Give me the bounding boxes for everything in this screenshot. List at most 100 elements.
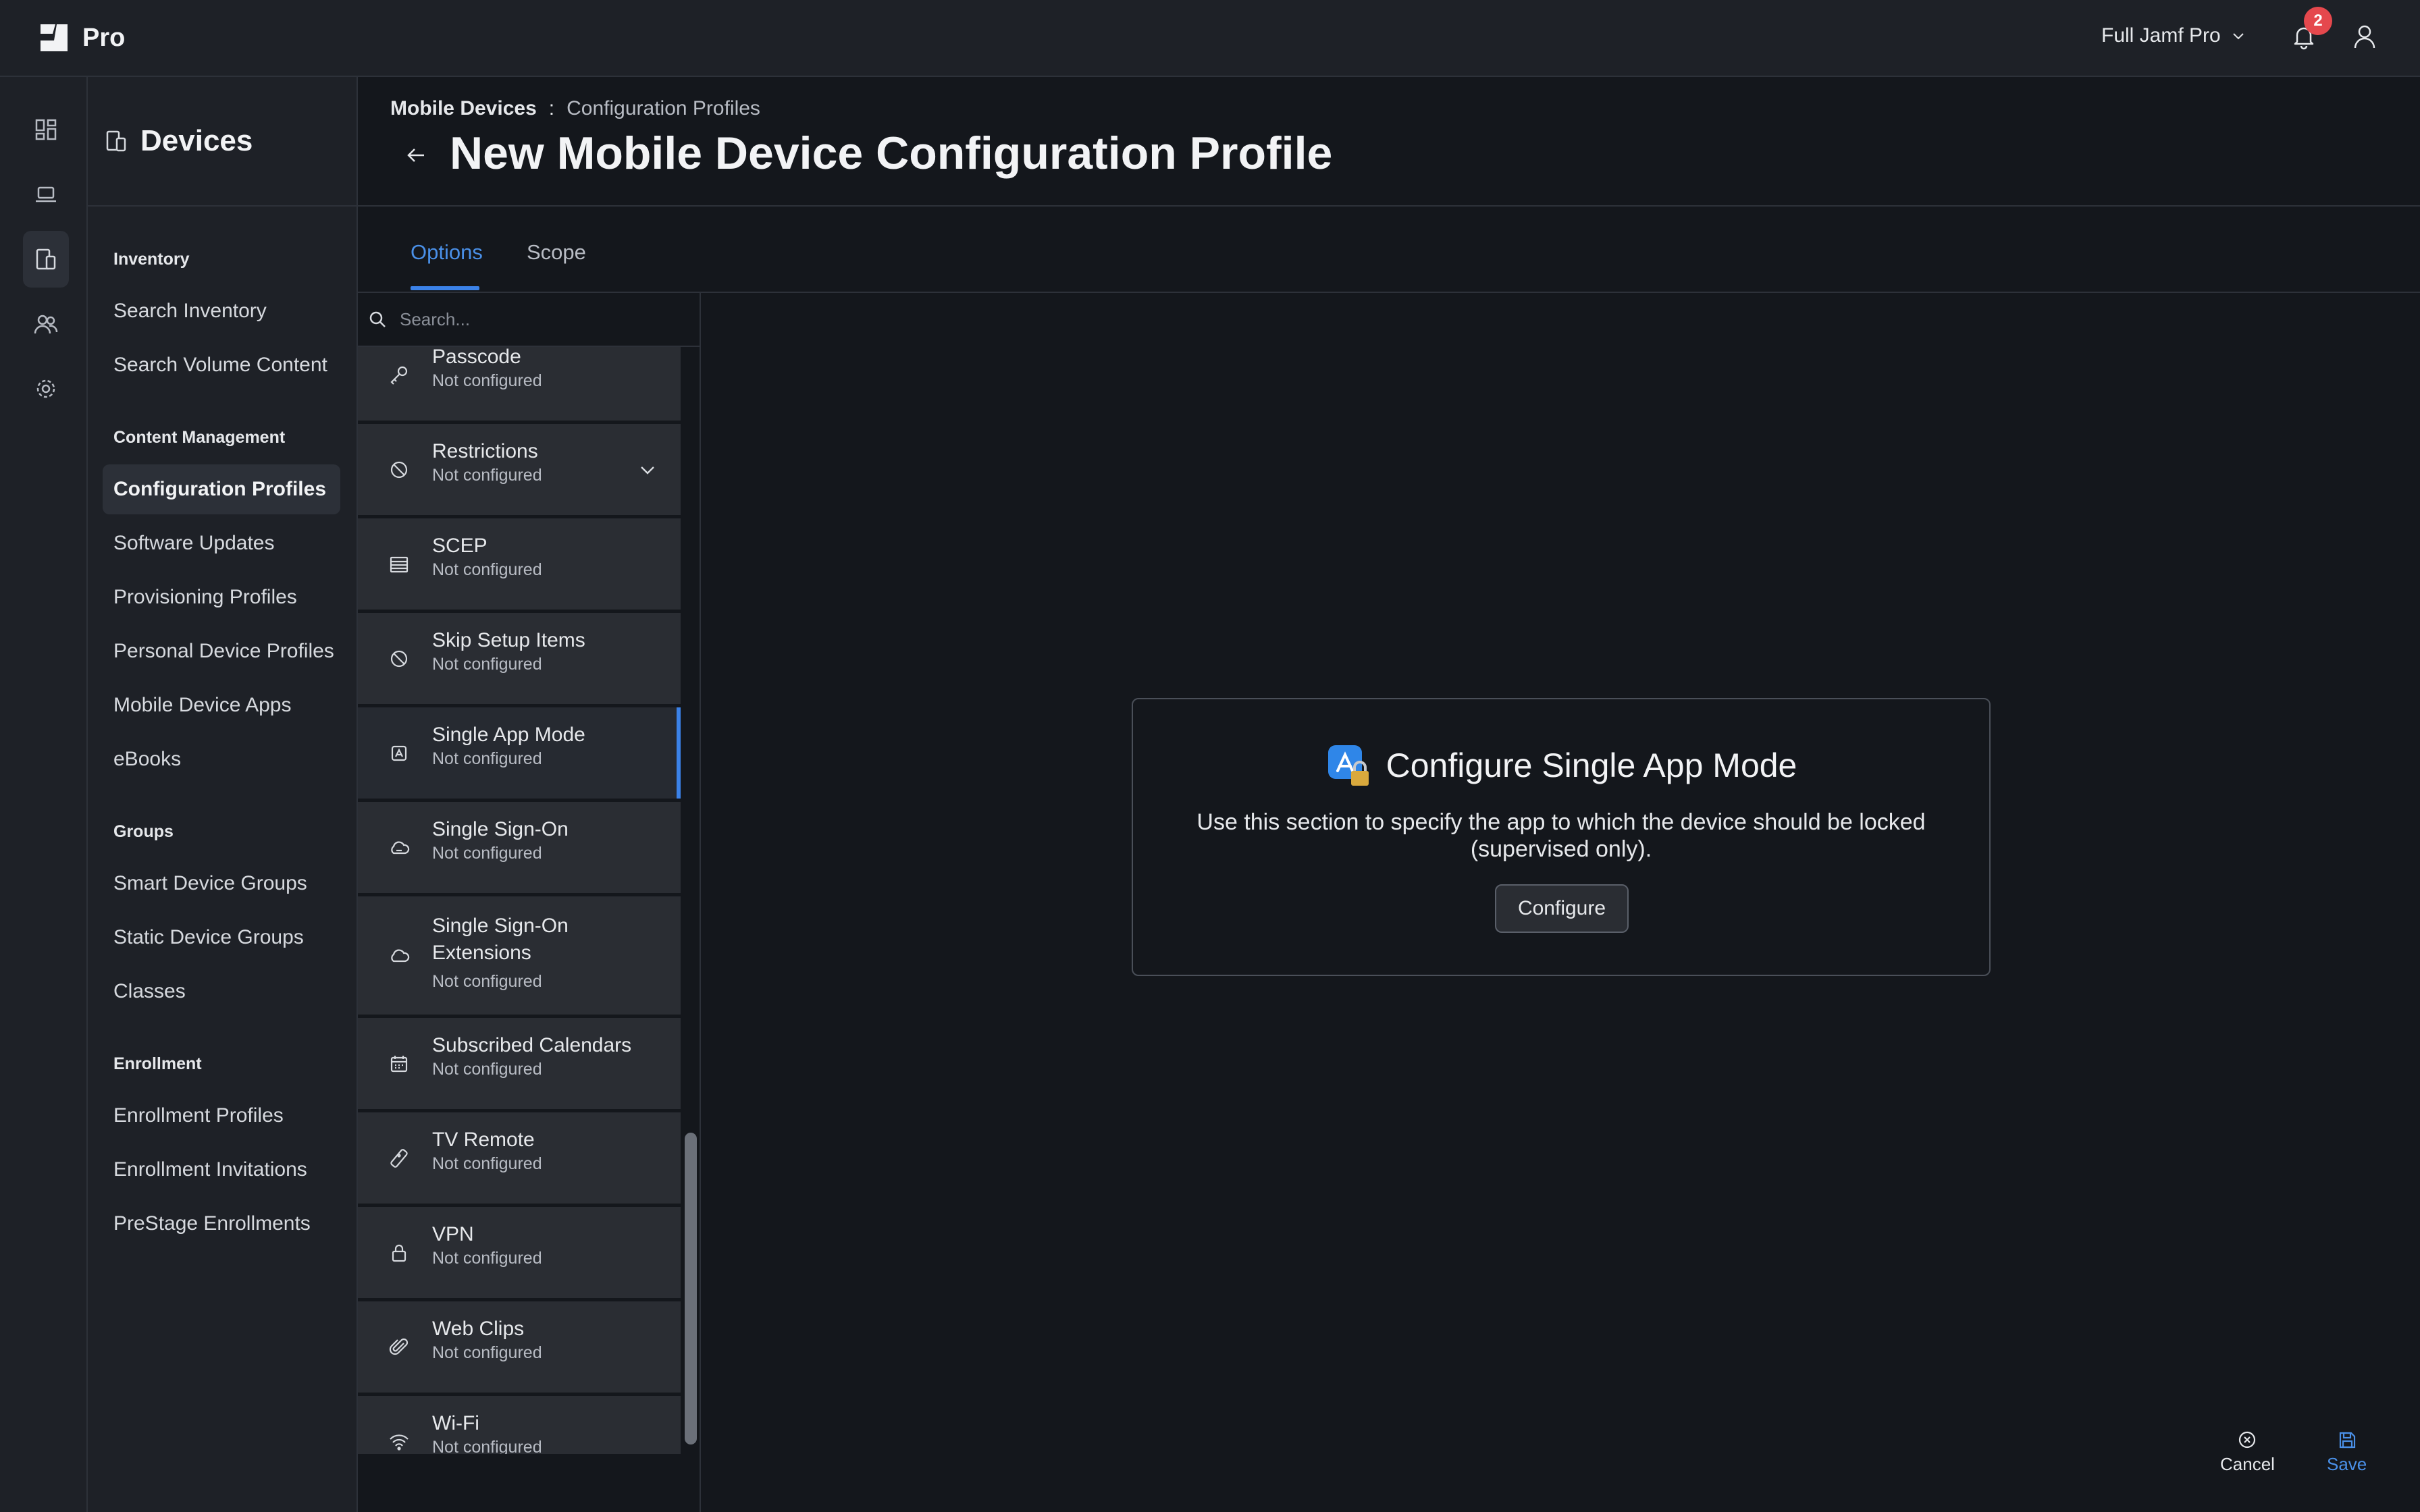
- payload-item-wi-fi[interactable]: Wi-Fi Not configured: [358, 1396, 681, 1454]
- sidebar-item-mobile-device-apps[interactable]: Mobile Device Apps: [103, 680, 340, 730]
- payload-item-web-clips[interactable]: Web Clips Not configured: [358, 1301, 681, 1395]
- payload-name: Single App Mode: [432, 724, 585, 746]
- sidebar-item-search-volume-content[interactable]: Search Volume Content: [103, 340, 340, 390]
- notification-count-badge: 2: [2304, 7, 2332, 35]
- card-header: Configure Single App Mode: [1133, 742, 1989, 788]
- sidebar-item-software-updates[interactable]: Software Updates: [103, 518, 340, 568]
- remote-icon: [390, 1148, 408, 1168]
- app-logo[interactable]: Pro: [36, 20, 125, 55]
- payload-status: Not configured: [432, 1249, 542, 1268]
- devices-nav-button[interactable]: [23, 231, 69, 288]
- certificate-list-icon: [390, 556, 409, 572]
- sidebar-item-enrollment-profiles[interactable]: Enrollment Profiles: [103, 1091, 340, 1141]
- gear-icon: [36, 379, 55, 398]
- payload-status: Not configured: [432, 1438, 542, 1454]
- environment-select[interactable]: Full Jamf Pro: [2101, 24, 2246, 47]
- payload-item-restrictions[interactable]: Restrictions Not configured: [358, 424, 681, 517]
- key-icon: [390, 366, 408, 385]
- breadcrumb-configuration-profiles[interactable]: Configuration Profiles: [567, 97, 760, 120]
- payload-item-tv-remote[interactable]: TV Remote Not configured: [358, 1112, 681, 1206]
- payload-name: Wi-Fi: [432, 1412, 479, 1434]
- payload-item-subscribed-calendars[interactable]: Subscribed Calendars Not configured: [358, 1018, 681, 1111]
- sidebar-item-ebooks[interactable]: eBooks: [103, 734, 340, 784]
- chevron-down-icon[interactable]: [636, 458, 659, 481]
- sidebar-item-static-device-groups[interactable]: Static Device Groups: [103, 913, 340, 963]
- payload-item-single-sign-on[interactable]: Single Sign-On Not configured: [358, 802, 681, 895]
- settings-nav-button[interactable]: [23, 360, 69, 417]
- sidebar-item-configuration-profiles[interactable]: Configuration Profiles: [103, 464, 340, 514]
- nav-group-inventory: Inventory: [113, 250, 190, 269]
- payload-item-single-app-mode[interactable]: Single App Mode Not configured: [358, 707, 681, 801]
- search-icon: [369, 311, 386, 327]
- search-input[interactable]: [400, 308, 683, 330]
- payload-item-skip-setup-items[interactable]: Skip Setup Items Not configured: [358, 613, 681, 706]
- payload-item-scep[interactable]: SCEP Not configured: [358, 518, 681, 612]
- header-divider: [358, 205, 2420, 207]
- tab-scope[interactable]: Scope: [527, 240, 586, 265]
- payload-name: Passcode: [432, 347, 521, 368]
- top-bar: Pro Full Jamf Pro 2: [0, 0, 2420, 77]
- cancel-label: Cancel: [2220, 1454, 2275, 1474]
- configure-button[interactable]: Configure: [1495, 884, 1629, 933]
- sidebar-item-provisioning-profiles[interactable]: Provisioning Profiles: [103, 572, 340, 622]
- payload-status: Not configured: [432, 466, 542, 485]
- cloud-key-icon: [391, 840, 410, 854]
- sidebar-header: Devices: [88, 77, 357, 207]
- breadcrumb-mobile-devices[interactable]: Mobile Devices: [390, 97, 537, 120]
- back-arrow-icon[interactable]: [402, 142, 429, 169]
- payload-item-vpn[interactable]: VPN Not configured: [358, 1207, 681, 1300]
- dashboard-icon: [35, 119, 57, 140]
- tab-options[interactable]: Options: [411, 240, 483, 265]
- payload-name: VPN: [432, 1223, 474, 1245]
- app-store-lock-icon: [1327, 745, 1369, 786]
- mobile-devices-icon: [106, 130, 126, 152]
- users-nav-button[interactable]: [23, 296, 69, 352]
- save-button[interactable]: Save: [2327, 1430, 2367, 1475]
- page-title: New Mobile Device Configuration Profile: [450, 128, 1333, 179]
- single-app-mode-card: Configure Single App Mode Use this secti…: [1132, 698, 1991, 976]
- payload-status: Not configured: [432, 749, 542, 768]
- payload-name: Single Sign-On: [432, 818, 569, 840]
- sidebar-title: Devices: [140, 124, 253, 157]
- paperclip-icon: [389, 1338, 409, 1355]
- environment-label: Full Jamf Pro: [2101, 24, 2221, 47]
- nav-group-content-management: Content Management: [113, 428, 286, 447]
- nav-group-enrollment: Enrollment: [113, 1054, 202, 1073]
- breadcrumb: Mobile Devices : Configuration Profiles: [390, 97, 760, 120]
- sidebar-item-enrollment-invitations[interactable]: Enrollment Invitations: [103, 1145, 340, 1195]
- sidebar-item-search-inventory[interactable]: Search Inventory: [103, 286, 340, 336]
- lock-icon: [392, 1244, 406, 1262]
- payload-status: Not configured: [432, 1060, 542, 1079]
- dashboard-nav-button[interactable]: [23, 101, 69, 158]
- payload-list: Passcode Not configured Restrictions Not…: [358, 347, 681, 1454]
- cancel-circle-icon: [2239, 1431, 2256, 1449]
- sidebar-item-smart-device-groups[interactable]: Smart Device Groups: [103, 859, 340, 909]
- calendar-icon: [390, 1055, 408, 1072]
- scrollbar-thumb[interactable]: [685, 1133, 697, 1444]
- payload-options-panel: Passcode Not configured Restrictions Not…: [358, 293, 701, 1512]
- sidebar-item-personal-device-profiles[interactable]: Personal Device Profiles: [103, 626, 340, 676]
- card-title: Configure Single App Mode: [1386, 747, 1797, 784]
- devices-sidebar: Devices Inventory Search Inventory Searc…: [88, 77, 358, 1512]
- app-name: Pro: [82, 23, 126, 52]
- payload-status: Not configured: [432, 560, 542, 579]
- computers-nav-button[interactable]: [23, 166, 69, 223]
- payload-status: Not configured: [432, 371, 542, 390]
- payload-name: Subscribed Calendars: [432, 1034, 632, 1056]
- sidebar-item-prestage-enrollments[interactable]: PreStage Enrollments: [103, 1199, 340, 1249]
- payload-name: TV Remote: [432, 1129, 535, 1151]
- payload-name: Skip Setup Items: [432, 629, 585, 651]
- payload-item-passcode[interactable]: Passcode Not configured: [358, 347, 681, 423]
- sidebar-item-classes[interactable]: Classes: [103, 967, 340, 1017]
- payload-status: Not configured: [432, 972, 542, 991]
- payload-name: SCEP: [432, 535, 488, 557]
- prohibited-icon: [390, 650, 408, 667]
- payload-item-single-sign-on-extensions[interactable]: Single Sign-On Extensions Not configured: [358, 896, 681, 1017]
- save-disk-icon: [2339, 1432, 2355, 1449]
- payload-status: Not configured: [432, 1154, 542, 1173]
- user-account-icon[interactable]: [2350, 22, 2379, 51]
- payload-search: [358, 293, 700, 347]
- active-tab-indicator: [411, 286, 479, 290]
- payload-name: Restrictions: [432, 440, 538, 462]
- cancel-button[interactable]: Cancel: [2220, 1430, 2275, 1475]
